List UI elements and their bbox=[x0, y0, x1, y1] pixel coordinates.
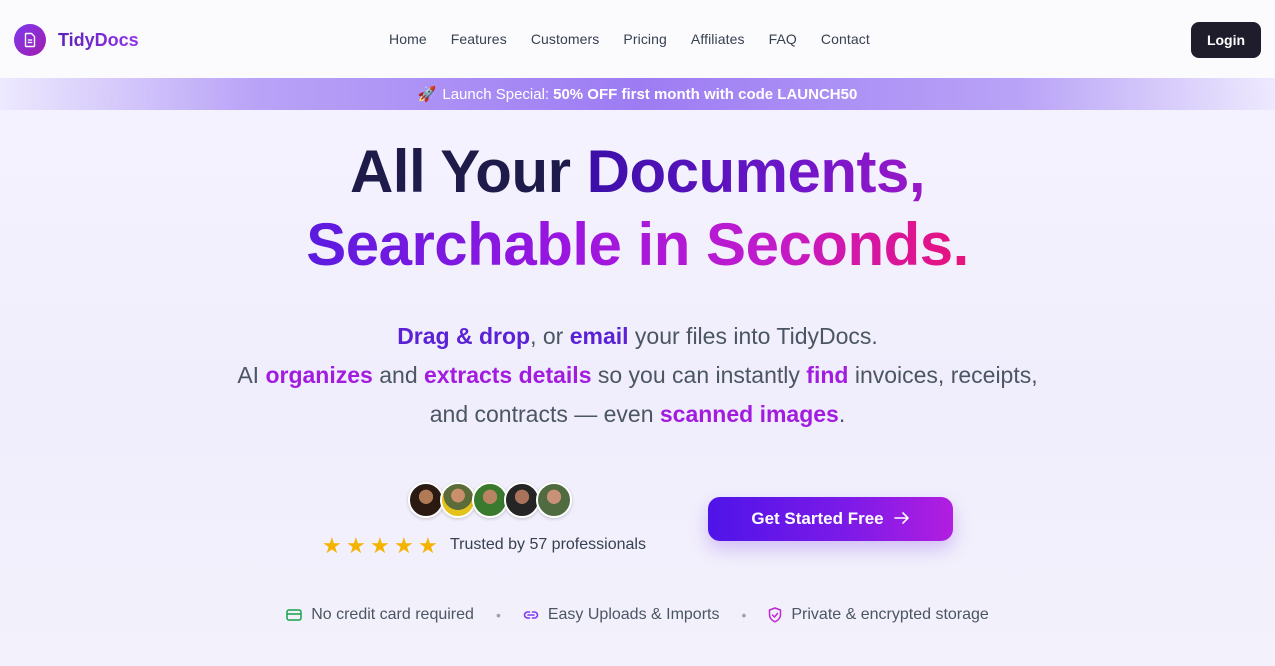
get-started-button[interactable]: Get Started Free bbox=[708, 497, 953, 541]
avatar bbox=[440, 482, 476, 518]
hero-title-gradient: Documents, bbox=[586, 138, 926, 205]
nav-affiliates[interactable]: Affiliates bbox=[691, 31, 745, 47]
sub-emph: Drag & drop bbox=[397, 323, 531, 349]
feature-label: Easy Uploads & Imports bbox=[547, 606, 720, 623]
brand[interactable]: TidyDocs bbox=[14, 24, 139, 56]
sub-text: AI bbox=[237, 362, 266, 388]
shield-check-icon bbox=[769, 607, 782, 623]
sub-emph: organizes bbox=[265, 362, 373, 388]
star-icon: ★ bbox=[346, 533, 366, 558]
document-icon bbox=[14, 24, 46, 56]
sub-emph: extracts details bbox=[424, 362, 592, 388]
hero-title-line-2: Searchable in Seconds. bbox=[0, 210, 1275, 280]
hero-title-line-2-text: Searchable in Seconds. bbox=[306, 211, 969, 278]
separator-dot: • bbox=[741, 607, 747, 623]
star-icon: ★ bbox=[370, 533, 390, 558]
hero-title-line-1: All Your Documents, bbox=[0, 138, 1275, 206]
avatar bbox=[472, 482, 508, 518]
feature-item: Easy Uploads & Imports bbox=[523, 606, 720, 624]
sub-text: and bbox=[372, 362, 424, 388]
star-icon: ★ bbox=[418, 533, 438, 558]
main-nav: Home Features Customers Pricing Affiliat… bbox=[389, 31, 894, 47]
sub-text: so you can instantly bbox=[591, 362, 807, 388]
sub-emph: find bbox=[806, 362, 849, 388]
arrow-right-icon bbox=[893, 509, 910, 530]
subheading-line-3: and contracts — even scanned images. bbox=[0, 399, 1275, 429]
avatar bbox=[408, 482, 444, 518]
banner-highlight: 50% OFF first month with code LAUNCH50 bbox=[553, 85, 858, 103]
feature-highlights: No credit card required • Easy Uploads &… bbox=[0, 606, 1275, 624]
sub-text: , or bbox=[530, 323, 570, 349]
nav-faq[interactable]: FAQ bbox=[769, 31, 797, 47]
nav-pricing[interactable]: Pricing bbox=[623, 31, 667, 47]
nav-customers[interactable]: Customers bbox=[531, 31, 600, 47]
nav-features[interactable]: Features bbox=[451, 31, 507, 47]
avatar bbox=[536, 482, 572, 518]
subheading-line-2: AI organizes and extracts details so you… bbox=[0, 360, 1275, 390]
banner-prefix: Launch Special: bbox=[442, 85, 550, 103]
cta-label: Get Started Free bbox=[751, 509, 884, 528]
sub-text: invoices, receipts, bbox=[848, 362, 1038, 388]
brand-name: TidyDocs bbox=[58, 29, 139, 50]
avatar-group bbox=[408, 482, 572, 518]
nav-home[interactable]: Home bbox=[389, 31, 427, 47]
feature-item: No credit card required bbox=[286, 606, 474, 624]
promo-banner[interactable]: 🚀 Launch Special: 50% OFF first month wi… bbox=[0, 78, 1275, 110]
rocket-icon: 🚀 bbox=[417, 86, 437, 103]
credit-card-icon bbox=[286, 609, 302, 621]
subheading-line-1: Drag & drop, or email your files into Ti… bbox=[0, 321, 1275, 351]
login-button[interactable]: Login bbox=[1191, 22, 1261, 58]
sub-emph: email bbox=[569, 323, 629, 349]
avatar bbox=[504, 482, 540, 518]
sub-text: and contracts — even bbox=[429, 401, 660, 427]
nav-contact[interactable]: Contact bbox=[821, 31, 870, 47]
feature-label: No credit card required bbox=[311, 606, 474, 623]
sub-text: your files into TidyDocs. bbox=[628, 323, 878, 349]
rating-stars: ★ ★ ★ ★ ★ bbox=[322, 535, 442, 557]
sub-emph: scanned images bbox=[659, 401, 839, 427]
separator-dot: • bbox=[495, 607, 501, 623]
feature-item: Private & encrypted storage bbox=[768, 606, 989, 624]
top-navbar: TidyDocs Home Features Customers Pricing… bbox=[0, 0, 1275, 78]
link-icon bbox=[523, 611, 539, 619]
trusted-text: Trusted by 57 professionals bbox=[450, 536, 646, 553]
star-icon: ★ bbox=[322, 533, 342, 558]
feature-label: Private & encrypted storage bbox=[791, 606, 989, 623]
hero-title-dark: All Your bbox=[349, 138, 587, 205]
sub-text: . bbox=[838, 401, 846, 427]
star-icon: ★ bbox=[394, 533, 414, 558]
